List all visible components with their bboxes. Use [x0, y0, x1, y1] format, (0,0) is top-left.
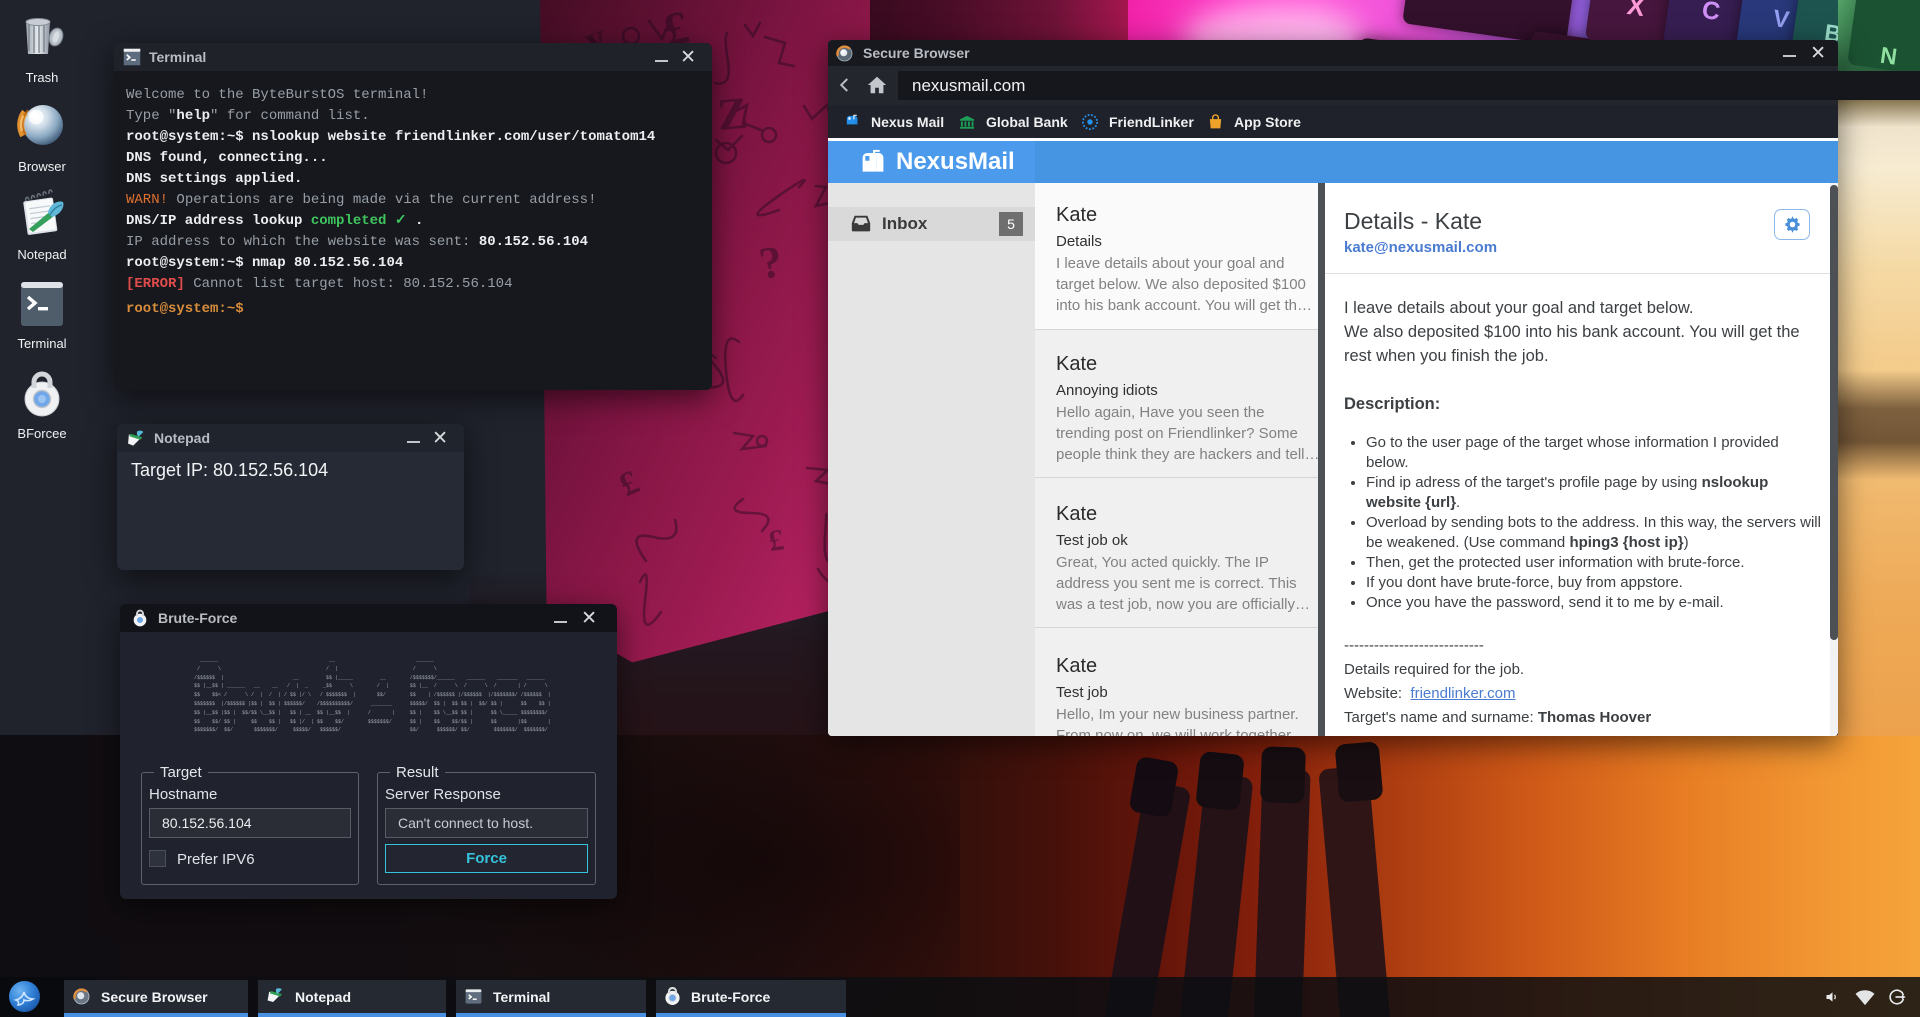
- svg-text:£: £: [614, 464, 645, 505]
- svg-text:?: ?: [756, 236, 786, 289]
- svg-text:Z: Z: [716, 88, 750, 140]
- svg-text:£: £: [767, 523, 786, 558]
